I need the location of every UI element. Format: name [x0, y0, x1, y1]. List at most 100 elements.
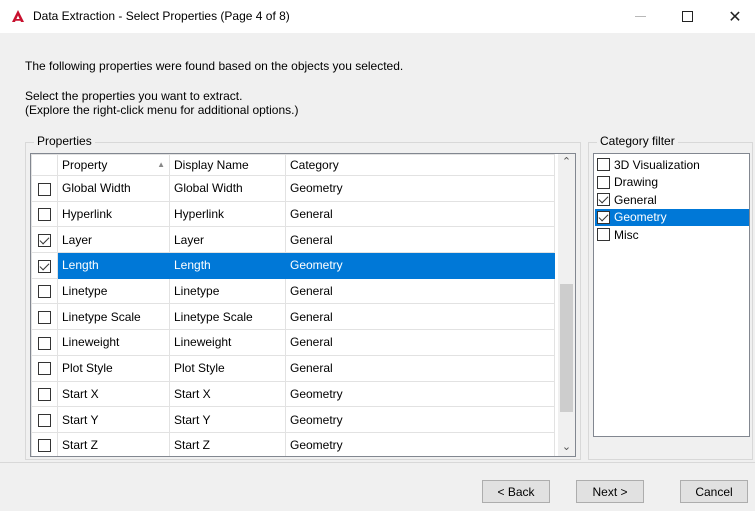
table-row[interactable]: Linetype Scale Linetype Scale General: [31, 303, 555, 331]
column-header-category[interactable]: Category: [285, 154, 555, 176]
back-button[interactable]: < Back: [482, 480, 550, 503]
cell-property: Plot Style: [57, 354, 170, 382]
scroll-down-icon[interactable]: ⌄: [558, 439, 575, 456]
scroll-thumb[interactable]: [560, 284, 573, 412]
row-checkbox-cell: [31, 226, 58, 254]
category-filter-item[interactable]: Drawing: [595, 174, 749, 191]
category-filter-item[interactable]: General: [595, 191, 749, 208]
title-bar: Data Extraction - Select Properties (Pag…: [0, 0, 755, 33]
cell-category: General: [285, 277, 555, 305]
header-checkbox-column[interactable]: [31, 154, 58, 176]
cell-property: Start Z: [57, 431, 170, 456]
table-row[interactable]: Start Z Start Z Geometry: [31, 431, 555, 456]
cell-display-name: Layer: [169, 226, 286, 254]
cell-category: General: [285, 354, 555, 382]
category-checkbox[interactable]: [597, 175, 610, 189]
cell-category: Geometry: [285, 431, 555, 456]
column-header-property[interactable]: Property ▲: [57, 154, 170, 176]
row-checkbox[interactable]: [38, 233, 51, 247]
cell-property: Linetype: [57, 277, 170, 305]
column-header-display-name[interactable]: Display Name: [169, 154, 286, 176]
window-title: Data Extraction - Select Properties (Pag…: [33, 9, 290, 23]
cell-category: General: [285, 303, 555, 331]
row-checkbox[interactable]: [38, 362, 51, 376]
category-filter-label: Misc: [614, 227, 639, 242]
category-checkbox[interactable]: [597, 193, 610, 206]
row-checkbox-cell: [31, 175, 58, 202]
cell-property: Global Width: [57, 175, 170, 202]
table-row[interactable]: Start Y Start Y Geometry: [31, 406, 555, 433]
row-checkbox-cell: [31, 277, 58, 305]
row-checkbox-cell: [31, 329, 58, 356]
maximize-button[interactable]: [664, 0, 710, 33]
cell-display-name: Start X: [169, 380, 286, 408]
row-checkbox[interactable]: [38, 413, 51, 427]
close-icon: ✕: [728, 8, 742, 26]
cell-property: Layer: [57, 226, 170, 254]
category-checkbox[interactable]: [597, 228, 610, 241]
category-filter-label: Drawing: [614, 175, 659, 189]
instruction-line-1: Select the properties you want to extrac…: [25, 89, 243, 103]
table-row[interactable]: Start X Start X Geometry: [31, 380, 555, 408]
row-checkbox[interactable]: [38, 208, 51, 222]
row-checkbox[interactable]: [38, 285, 51, 299]
table-row[interactable]: Length Length Geometry: [31, 252, 555, 279]
cancel-button[interactable]: Cancel: [680, 480, 748, 503]
instruction-line-2: (Explore the right-click menu for additi…: [25, 103, 299, 117]
table-row[interactable]: Lineweight Lineweight General: [31, 329, 555, 356]
cell-property: Start X: [57, 380, 170, 408]
row-checkbox-cell: [31, 252, 58, 279]
cell-category: General: [285, 200, 555, 228]
cell-display-name: Linetype Scale: [169, 303, 286, 331]
table-row[interactable]: Layer Layer General: [31, 226, 555, 254]
category-filter-label: General: [614, 192, 657, 207]
row-checkbox-cell: [31, 200, 58, 228]
footer-divider: [0, 462, 755, 463]
cell-property: Hyperlink: [57, 200, 170, 228]
properties-legend: Properties: [34, 134, 95, 148]
row-checkbox-cell: [31, 406, 58, 433]
row-checkbox[interactable]: [38, 388, 51, 401]
column-header-display-name-label: Display Name: [174, 158, 249, 172]
minimize-button[interactable]: [617, 0, 663, 33]
category-filter-list[interactable]: 3D Visualization Drawing General Geometry Mi…: [593, 153, 750, 437]
cell-display-name: Start Y: [169, 406, 286, 433]
row-checkbox[interactable]: [38, 182, 51, 196]
category-filter-item[interactable]: Misc: [595, 226, 749, 243]
cell-category: Geometry: [285, 406, 555, 433]
table-row[interactable]: Hyperlink Hyperlink General: [31, 200, 555, 228]
close-button[interactable]: ✕: [712, 0, 755, 33]
intro-text: The following properties were found base…: [25, 59, 404, 73]
category-checkbox[interactable]: [597, 158, 610, 171]
category-filter-legend: Category filter: [597, 134, 678, 148]
cell-display-name: Start Z: [169, 431, 286, 456]
header-row: Property ▲ Display Name Category: [31, 154, 555, 176]
minimize-icon: [634, 16, 646, 17]
table-row[interactable]: Plot Style Plot Style General: [31, 354, 555, 382]
cell-display-name: Hyperlink: [169, 200, 286, 228]
category-filter-item[interactable]: Geometry: [595, 208, 749, 226]
cell-display-name: Plot Style: [169, 354, 286, 382]
category-filter-label: Geometry: [614, 210, 667, 224]
autocad-logo-icon: [12, 10, 24, 22]
vertical-scrollbar[interactable]: ⌃ ⌄: [558, 154, 575, 456]
properties-grid[interactable]: Property ▲ Display Name Category Global …: [30, 153, 576, 457]
category-filter-item[interactable]: 3D Visualization: [595, 156, 749, 173]
row-checkbox[interactable]: [38, 310, 51, 324]
table-row[interactable]: Linetype Linetype General: [31, 277, 555, 305]
cell-display-name: Global Width: [169, 175, 286, 202]
row-checkbox[interactable]: [38, 439, 51, 453]
row-checkbox[interactable]: [38, 336, 51, 350]
row-checkbox-cell: [31, 380, 58, 408]
sort-ascending-icon: ▲: [157, 160, 165, 169]
category-filter-label: 3D Visualization: [614, 157, 700, 172]
scroll-up-icon[interactable]: ⌃: [558, 154, 575, 171]
row-checkbox-cell: [31, 303, 58, 331]
row-checkbox-cell: [31, 431, 58, 456]
cell-display-name: Length: [169, 252, 286, 279]
cell-category: General: [285, 226, 555, 254]
next-button[interactable]: Next >: [576, 480, 644, 503]
table-row[interactable]: Global Width Global Width Geometry: [31, 175, 555, 202]
category-checkbox[interactable]: [597, 210, 610, 224]
row-checkbox[interactable]: [38, 259, 51, 273]
